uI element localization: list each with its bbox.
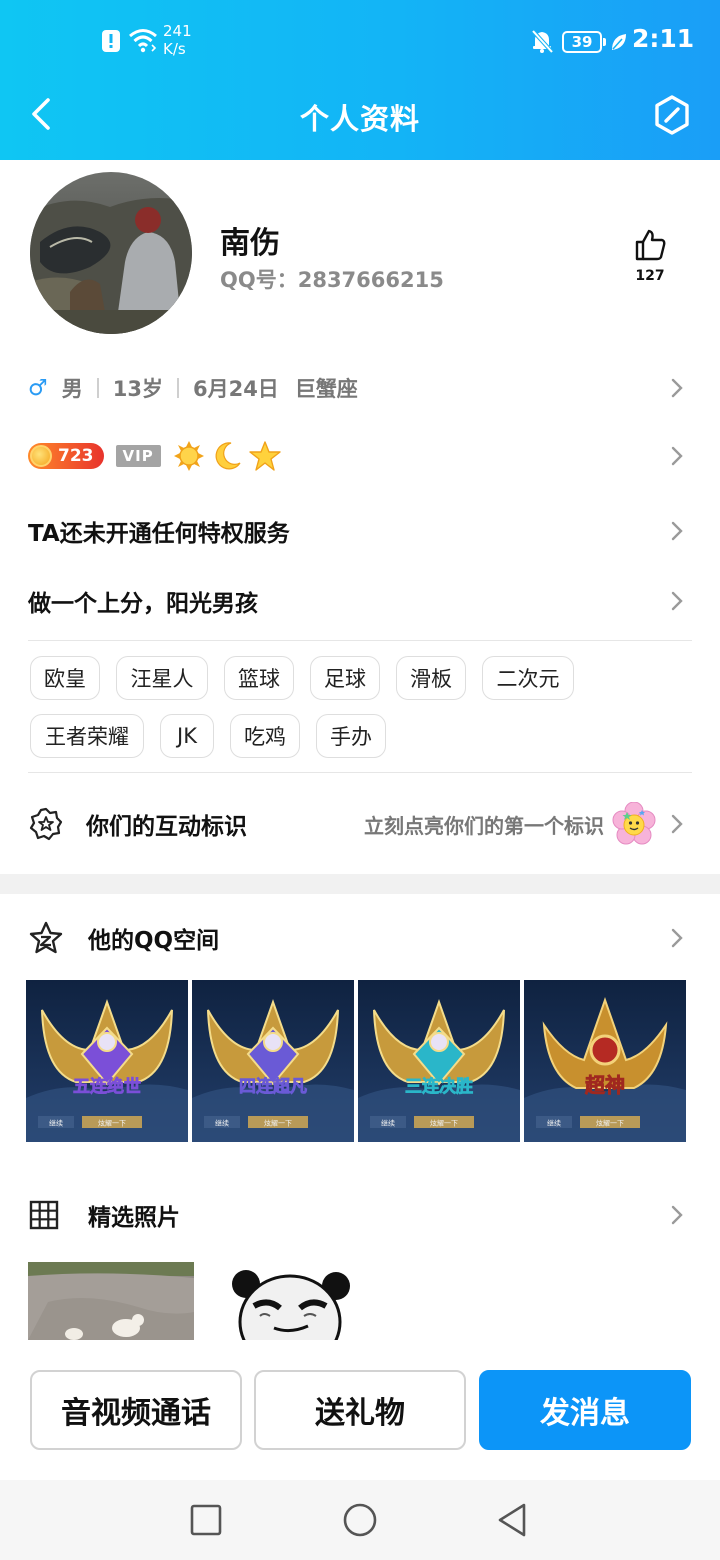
separator [176, 378, 179, 398]
signature-row[interactable]: 做一个上分，阳光男孩 [28, 576, 692, 626]
thumbs-up-icon [635, 229, 666, 261]
birthday: 6月24日 [192, 377, 279, 401]
notification-alert-icon [102, 30, 120, 52]
rank-title: 五连绝世 [73, 1076, 141, 1097]
flower-mark-icon [612, 802, 656, 845]
chevron-right-icon [671, 446, 683, 466]
basic-info-row[interactable]: ♂ 男 13岁 6月24日 巨蟹座 [28, 366, 692, 410]
like-button[interactable]: 127 [628, 228, 672, 292]
separator [96, 378, 99, 398]
qq-number: 2837666215 [297, 268, 444, 292]
card-button-label: 炫耀一下 [430, 1119, 458, 1128]
photo-thumbnail[interactable] [28, 1262, 194, 1340]
interaction-mark-row[interactable]: 你们的互动标识 立刻点亮你们的第一个标识 [28, 796, 692, 852]
clock: 2:11 [632, 24, 695, 53]
qzone-photo-card[interactable]: 超神继续 炫耀一下 [524, 980, 686, 1142]
action-bar: 音视频通话 送礼物 发消息 [0, 1340, 720, 1480]
zodiac: 巨蟹座 [294, 377, 358, 401]
photo-thumbnail[interactable] [220, 1262, 386, 1340]
chevron-right-icon [671, 1205, 683, 1225]
qq-number-row: QQ号：2837666215 [220, 264, 444, 294]
section-gap [0, 874, 720, 894]
tag[interactable]: 汪星人 [116, 656, 208, 700]
qzone-star-icon [29, 921, 63, 954]
qzone-photo-card[interactable]: 三连决胜继续 炫耀一下 [358, 980, 520, 1142]
privilege-row[interactable]: TA还未开通任何特权服务 [28, 506, 692, 556]
featured-photos [28, 1262, 692, 1340]
status-bar: 241 K/s 39 2:11 [0, 0, 720, 80]
leaf-icon [612, 34, 626, 50]
gender: 男 [61, 377, 83, 401]
header: 241 K/s 39 2:11 个人资料 [0, 0, 720, 160]
card-button-label: 继续 [381, 1119, 395, 1128]
level-badge: 723 [28, 443, 104, 469]
level-value: 723 [58, 446, 94, 466]
badge-star-icon [29, 807, 63, 841]
back-triangle-icon[interactable] [494, 1500, 534, 1540]
card-button-label: 继续 [49, 1119, 63, 1128]
battery-indicator: 39 [562, 31, 606, 53]
card-button-label: 继续 [215, 1119, 229, 1128]
rank-title: 三连决胜 [405, 1076, 473, 1097]
avatar[interactable] [30, 172, 192, 334]
divider [28, 640, 692, 641]
level-badges-row[interactable]: 723 VIP [28, 434, 692, 478]
qzone-photo-card[interactable]: 四连超凡继续 炫耀一下 [192, 980, 354, 1142]
tag[interactable]: 王者荣耀 [30, 714, 144, 758]
tag[interactable]: 手办 [316, 714, 386, 758]
interaction-hint: 立刻点亮你们的第一个标识 [364, 813, 604, 838]
qzone-title: 他的QQ空间 [88, 928, 220, 954]
qq-label: QQ号： [220, 268, 298, 292]
coin-icon [30, 445, 52, 467]
page-title: 个人资料 [299, 102, 420, 136]
tag[interactable]: 二次元 [482, 656, 574, 700]
tag[interactable]: 吃鸡 [230, 714, 300, 758]
divider [28, 772, 692, 773]
privilege-text: TA还未开通任何特权服务 [28, 521, 290, 547]
rank-title: 四连超凡 [239, 1076, 307, 1097]
chevron-right-icon [671, 928, 683, 948]
sun-icon [173, 441, 204, 471]
chevron-right-icon [671, 814, 683, 834]
qzone-row[interactable]: 他的QQ空间 [28, 912, 692, 964]
send-message-button[interactable]: 发消息 [479, 1370, 691, 1450]
signature-text: 做一个上分，阳光男孩 [28, 591, 258, 617]
tag[interactable]: 篮球 [224, 656, 294, 700]
male-icon: ♂ [28, 375, 48, 401]
rank-title: 超神 [584, 1073, 625, 1097]
featured-photos-row[interactable]: 精选照片 [28, 1190, 692, 1240]
tag[interactable]: 滑板 [396, 656, 466, 700]
star-icon [248, 441, 281, 471]
featured-photos-title: 精选照片 [88, 1205, 180, 1231]
nickname: 南伤 [220, 226, 280, 261]
card-button-label: 继续 [547, 1119, 561, 1128]
like-count: 127 [635, 268, 665, 284]
grid-icon [29, 1200, 59, 1230]
chevron-right-icon [671, 521, 683, 541]
video-call-button[interactable]: 音视频通话 [30, 1370, 242, 1450]
send-gift-button[interactable]: 送礼物 [254, 1370, 466, 1450]
home-circle-icon[interactable] [340, 1500, 380, 1540]
qzone-photos: 五连绝世继续 炫耀一下 四连超凡继续 炫耀一下 三连决胜继续 炫耀一下 超神继续 炫耀一下 [26, 980, 690, 1144]
card-button-label: 炫耀一下 [596, 1119, 624, 1128]
card-button-label: 炫耀一下 [98, 1119, 126, 1128]
card-button-label: 炫耀一下 [264, 1119, 292, 1128]
age: 13岁 [112, 377, 163, 401]
system-nav-bar [0, 1480, 720, 1560]
tag[interactable]: 足球 [310, 656, 380, 700]
wifi-icon [129, 29, 157, 53]
chevron-right-icon [671, 591, 683, 611]
qzone-photo-card[interactable]: 五连绝世继续 炫耀一下 [26, 980, 188, 1142]
recents-square-icon[interactable] [186, 1500, 226, 1540]
network-speed: 241 K/s [163, 22, 192, 58]
tag[interactable]: JK [160, 714, 214, 758]
interaction-title: 你们的互动标识 [86, 814, 247, 840]
vip-badge: VIP [115, 445, 161, 467]
edit-profile-icon[interactable] [652, 94, 692, 136]
chevron-right-icon [671, 378, 683, 398]
tag[interactable]: 欧皇 [30, 656, 100, 700]
moon-icon [215, 442, 241, 470]
bell-muted-icon [531, 29, 554, 54]
